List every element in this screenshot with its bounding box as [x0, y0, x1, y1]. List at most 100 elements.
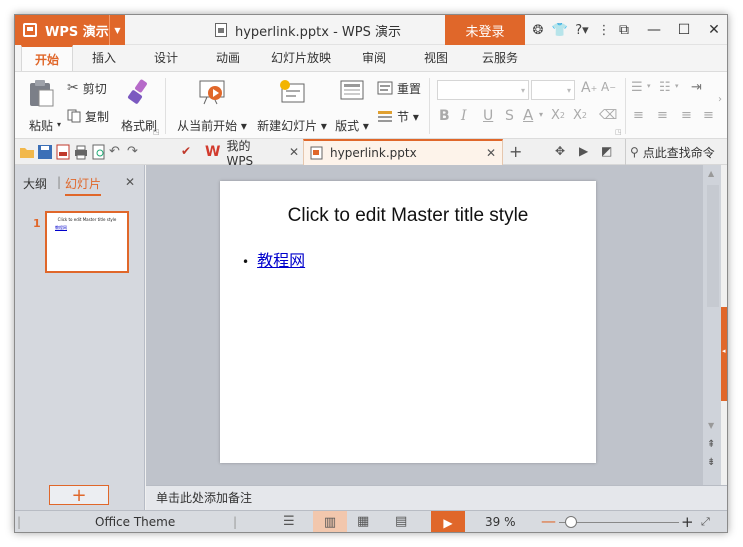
clipboard-launcher-icon[interactable]: ◳ — [153, 128, 160, 136]
find-command-box[interactable]: ⚲ 点此查找命令 — [625, 139, 727, 165]
tab-animation[interactable]: 动画 — [197, 45, 259, 71]
previous-slide-icon[interactable]: ⇞ — [707, 439, 715, 450]
align-left-icon[interactable]: ≡ — [633, 108, 644, 123]
zoom-slider-thumb[interactable] — [565, 516, 577, 528]
section-button[interactable]: 节 ▾ — [377, 106, 419, 126]
zoom-in-icon[interactable]: + — [681, 513, 694, 531]
undo-icon[interactable]: ↶ — [109, 144, 125, 160]
numbered-list-icon[interactable]: ☷ — [659, 80, 671, 95]
close-icon[interactable]: ✕ — [699, 15, 727, 45]
reading-view-icon[interactable]: ▤ — [395, 514, 407, 529]
fit-window-icon[interactable]: ⤢ — [701, 515, 710, 529]
scroll-down-icon[interactable]: ▼ — [708, 421, 714, 430]
pin-icon[interactable]: ✥ — [555, 144, 571, 160]
font-size-dropdown[interactable]: ▾ — [531, 80, 575, 100]
scroll-thumb[interactable] — [707, 185, 719, 307]
task-pane-toggle[interactable]: ◂ — [721, 307, 727, 401]
bold-button[interactable]: B — [439, 108, 450, 124]
ribbon-scroll-right-icon[interactable]: › — [718, 94, 722, 105]
comment-icon[interactable]: ◩ — [601, 144, 617, 160]
notes-pane[interactable]: 单击此处添加备注 — [146, 485, 727, 510]
slide-thumbnail[interactable]: Click to edit Master title style 教程网 — [45, 211, 129, 273]
paste-dropdown-icon[interactable]: ▾ — [57, 120, 61, 129]
slide-sorter-icon[interactable]: ▦ — [357, 514, 369, 529]
tab-insert[interactable]: 插入 — [73, 45, 135, 71]
align-center-icon[interactable]: ≡ — [657, 108, 668, 123]
tab-home[interactable]: 开始 — [21, 45, 73, 71]
grow-font-icon[interactable]: A + — [581, 80, 597, 96]
tab-slides[interactable]: 幻灯片 — [65, 175, 102, 196]
tab-review[interactable]: 审阅 — [343, 45, 405, 71]
align-right-icon[interactable]: ≡ — [681, 108, 692, 123]
font-color-button[interactable]: A — [523, 106, 533, 124]
vertical-scrollbar[interactable]: ▲ ▼ ⇞ ⇟ — [703, 165, 721, 485]
slideshow-play-button[interactable]: ▶ — [431, 511, 465, 532]
strikethrough-button[interactable]: S — [505, 108, 514, 124]
italic-button[interactable]: I — [461, 108, 467, 124]
copy-button[interactable]: 复制 — [67, 106, 109, 126]
tab-design[interactable]: 设计 — [135, 45, 197, 71]
chevron-down-icon[interactable]: ▼ — [109, 15, 125, 45]
subscript-icon[interactable]: X2 — [573, 108, 587, 123]
font-name-dropdown[interactable]: ▾ — [437, 80, 529, 100]
print-preview-icon[interactable] — [91, 144, 107, 160]
help-icon[interactable]: ?▾ — [571, 15, 593, 45]
reset-button[interactable]: 重置 — [377, 78, 421, 98]
layout-button[interactable]: 版式 ▾ — [333, 78, 371, 134]
font-launcher-icon[interactable]: ◳ — [615, 128, 622, 136]
new-tab-icon[interactable]: + — [509, 142, 525, 161]
zoom-slider[interactable] — [559, 516, 679, 528]
play-from-current-button[interactable]: 从当前开始 ▾ — [173, 78, 251, 134]
slide-title[interactable]: Click to edit Master title style — [220, 205, 596, 227]
new-slide-button[interactable]: 新建幻灯片 ▾ — [255, 78, 329, 134]
play-icon[interactable]: ▶ — [579, 144, 595, 160]
print-icon[interactable] — [73, 144, 89, 160]
bullet-dropdown-icon[interactable]: ▾ — [647, 82, 651, 90]
normal-view-icon[interactable]: ▥ — [313, 511, 347, 532]
shirt-icon[interactable]: 👕 — [549, 15, 571, 45]
tab-cloud[interactable]: 云服务 — [467, 45, 533, 71]
zoom-level[interactable]: 39 % — [485, 515, 516, 529]
notes-toggle-icon[interactable]: ☰ — [283, 514, 295, 529]
maximize-icon[interactable]: ☐ — [669, 15, 699, 45]
tab-outline[interactable]: 大纲 — [23, 175, 47, 192]
slide-bullet-item[interactable]: • 教程网 — [242, 247, 305, 271]
font-color-dropdown-icon[interactable]: ▾ — [539, 110, 543, 119]
open-folder-icon[interactable] — [19, 144, 35, 160]
login-button[interactable]: 未登录 — [445, 15, 525, 45]
slide-canvas[interactable]: Click to edit Master title style • 教程网 — [220, 181, 596, 463]
close-icon[interactable]: ✕ — [486, 146, 496, 160]
restore-ribbon-icon[interactable]: ⧉ — [609, 15, 639, 45]
customize-qat-icon[interactable]: ✔ — [181, 144, 197, 160]
paste-button[interactable]: 粘贴 — [23, 78, 59, 134]
redo-icon[interactable]: ↷ — [127, 144, 143, 160]
ribbon-separator — [165, 78, 166, 134]
underline-button[interactable]: U — [483, 108, 493, 124]
close-icon[interactable]: ✕ — [125, 175, 135, 189]
scroll-up-icon[interactable]: ▲ — [708, 169, 714, 178]
close-icon[interactable]: ✕ — [289, 145, 299, 159]
justify-icon[interactable]: ≡ — [703, 108, 714, 123]
minimize-icon[interactable]: — — [639, 15, 669, 45]
save-icon[interactable] — [37, 144, 53, 160]
tab-view[interactable]: 视图 — [405, 45, 467, 71]
cut-button[interactable]: ✂ 剪切 — [67, 78, 107, 98]
export-pdf-icon[interactable] — [55, 144, 71, 160]
add-slide-button[interactable]: + — [49, 485, 109, 506]
doc-tab-my-wps[interactable]: W 我的WPS ✕ — [201, 139, 299, 168]
clear-format-icon[interactable]: ⌫ — [599, 108, 617, 123]
numbered-dropdown-icon[interactable]: ▾ — [675, 82, 679, 90]
next-slide-icon[interactable]: ⇟ — [707, 457, 715, 468]
superscript-icon[interactable]: X2 — [551, 108, 565, 123]
shrink-font-icon[interactable]: A − — [601, 80, 616, 94]
skin-icon[interactable]: ❂ — [527, 15, 549, 45]
hyperlink[interactable]: 教程网 — [257, 251, 305, 270]
format-painter-button[interactable]: 格式刷 — [119, 78, 159, 134]
ribbon: 粘贴 ▾ ✂ 剪切 复制 格式刷 ◳ 从当前开始 ▾ 新建幻灯片 ▾ 版式 ▾ … — [15, 71, 727, 139]
bullet-list-icon[interactable]: ☰ — [631, 80, 643, 95]
app-menu-button[interactable]: WPS 演示 ▼ — [15, 15, 125, 45]
tab-slideshow[interactable]: 幻灯片放映 — [259, 45, 343, 71]
indent-icon[interactable]: ⇥ — [691, 80, 702, 95]
doc-tab-hyperlink[interactable]: hyperlink.pptx ✕ — [303, 139, 503, 165]
zoom-out-icon[interactable]: — — [541, 512, 556, 530]
